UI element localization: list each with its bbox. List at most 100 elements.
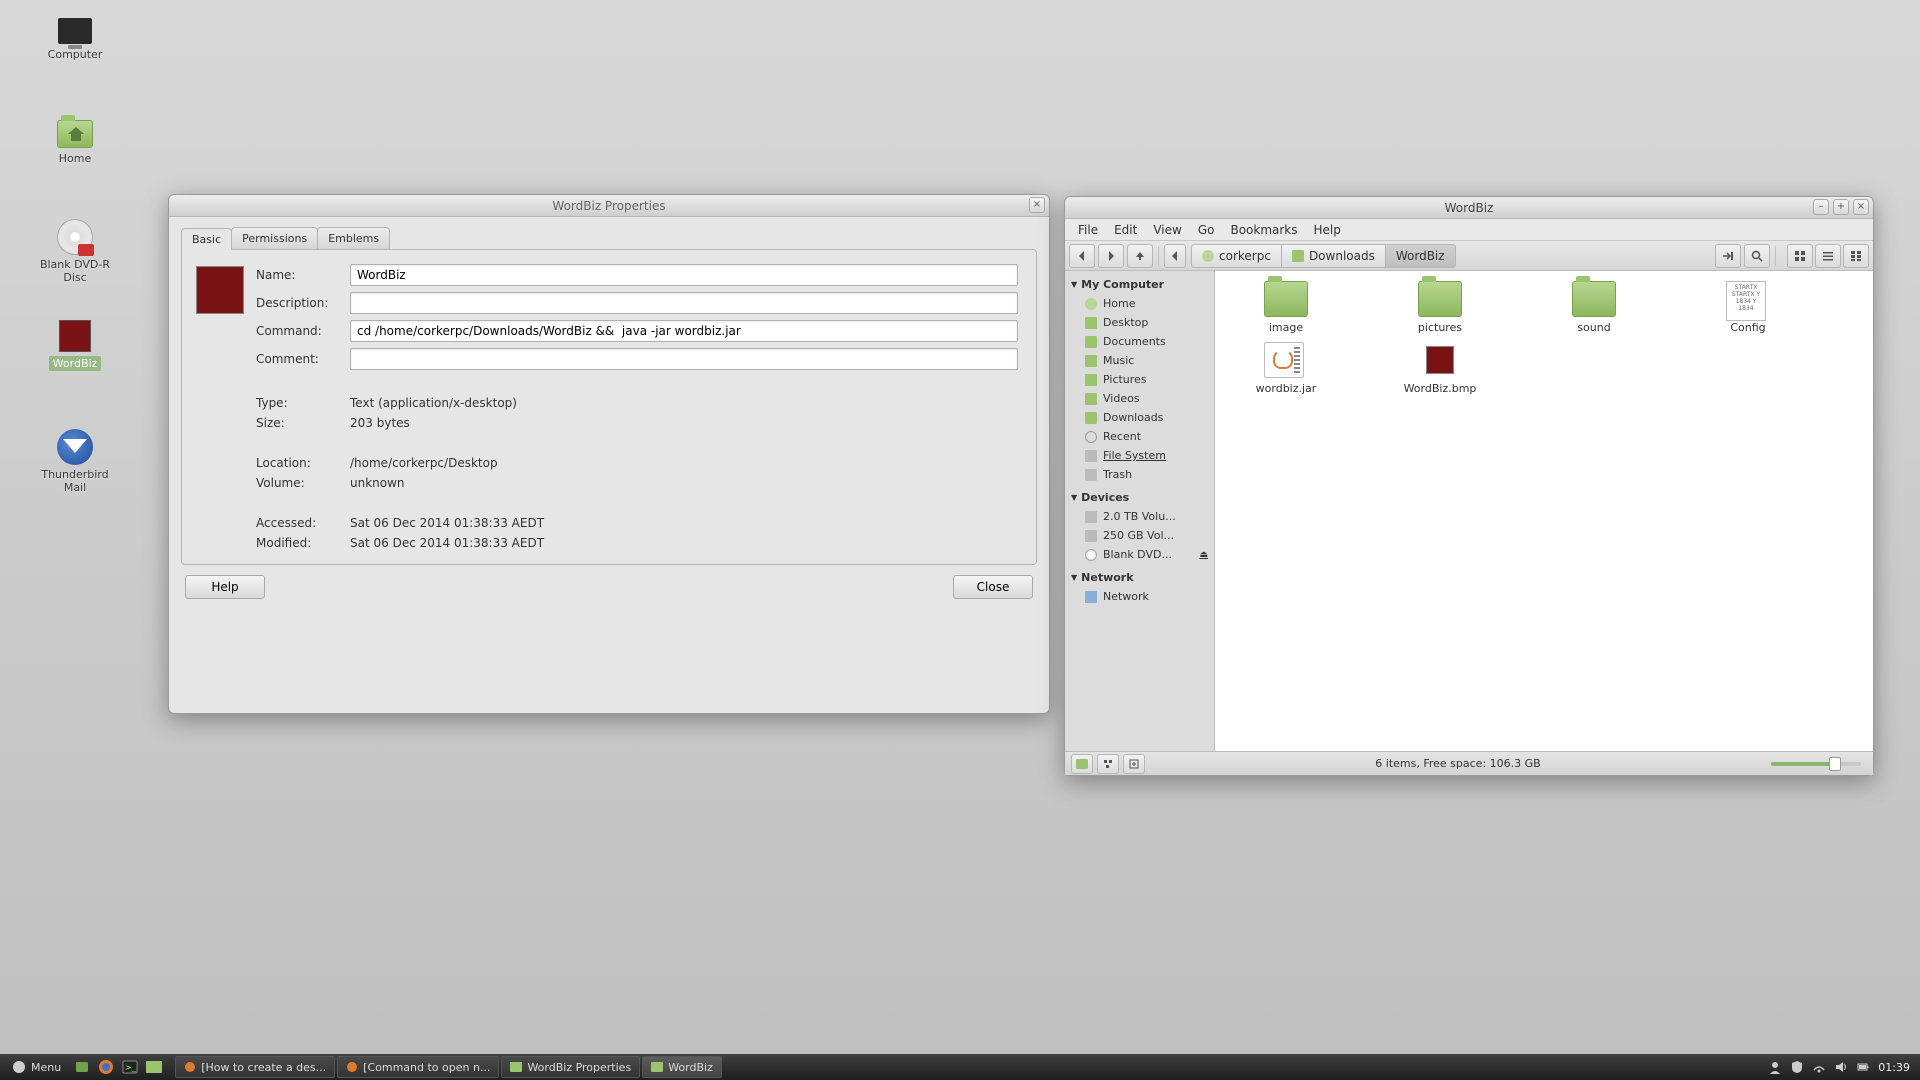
eject-icon[interactable]: ⏏ [1199,550,1208,560]
files-launcher[interactable] [143,1056,165,1078]
user-icon[interactable] [1768,1060,1782,1074]
sidebar-item-videos[interactable]: Videos [1065,389,1214,408]
terminal-launcher[interactable]: >_ [119,1056,141,1078]
description-label: Description: [256,296,350,310]
accessed-label: Accessed: [256,516,350,530]
file-item-wordbiz-bmp[interactable]: WordBiz.bmp [1375,342,1505,395]
view-icons-button[interactable] [1787,244,1813,268]
forward-button[interactable] [1098,244,1124,268]
close-button[interactable]: Close [953,575,1033,599]
folder-icon [1085,393,1097,405]
places-button[interactable] [1071,754,1093,774]
file-item-pictures[interactable]: pictures [1375,281,1505,334]
task-howto[interactable]: [How to create a des... [175,1056,335,1078]
command-label: Command: [256,324,350,338]
description-input[interactable] [350,292,1018,314]
titlebar[interactable]: WordBiz Properties × [169,195,1049,217]
breadcrumb-downloads[interactable]: Downloads [1282,244,1386,268]
file-pane[interactable]: image pictures sound STARTX STARTX Y 183… [1215,271,1873,751]
sidebar-item-label: Blank DVD... [1103,548,1172,561]
sidebar-item-music[interactable]: Music [1065,351,1214,370]
slider-thumb[interactable] [1829,757,1841,771]
tree-button[interactable] [1097,754,1119,774]
titlebar[interactable]: WordBiz – + × [1065,197,1873,219]
sidebar-section-devices[interactable]: ▼Devices [1065,488,1214,507]
desktop-icon-thunderbird[interactable]: Thunderbird Mail [30,430,120,494]
desktop-icon-wordbiz[interactable]: WordBiz [30,320,120,371]
file-item-wordbiz-jar[interactable]: wordbiz.jar [1221,342,1351,395]
command-input[interactable] [350,320,1018,342]
comment-input[interactable] [350,348,1018,370]
status-text: 6 items, Free space: 106.3 GB [1145,757,1771,770]
breadcrumb-home[interactable]: corkerpc [1191,244,1282,268]
search-button[interactable] [1744,244,1770,268]
drive-icon [1085,511,1097,523]
up-button[interactable] [1127,244,1153,268]
task-command[interactable]: [Command to open n... [337,1056,499,1078]
shield-icon[interactable] [1790,1060,1804,1074]
clock[interactable]: 01:39 [1878,1061,1910,1074]
sidebar-item-home[interactable]: Home [1065,294,1214,313]
help-button[interactable]: Help [185,575,265,599]
desktop-icon-blank-dvd[interactable]: Blank DVD-R Disc [30,220,120,284]
menu-bookmarks[interactable]: Bookmarks [1223,221,1304,239]
firefox-launcher[interactable] [95,1056,117,1078]
battery-icon[interactable] [1856,1060,1870,1074]
home-folder-icon [57,120,93,148]
sidebar-item-2tb[interactable]: 2.0 TB Volu... [1065,507,1214,526]
network-icon[interactable] [1812,1060,1826,1074]
name-input[interactable] [350,264,1018,286]
menu-view[interactable]: View [1146,221,1188,239]
back-button[interactable] [1069,244,1095,268]
tab-emblems[interactable]: Emblems [317,227,390,249]
sidebar: ▼My Computer Home Desktop Documents Musi… [1065,271,1215,751]
taskbar: Menu >_ [How to create a des... [Command… [0,1054,1920,1080]
sidebar-item-trash[interactable]: Trash [1065,465,1214,484]
sidebar-item-pictures[interactable]: Pictures [1065,370,1214,389]
sidebar-item-recent[interactable]: Recent [1065,427,1214,446]
desktop-icon-computer[interactable]: Computer [30,18,120,61]
file-item-config[interactable]: STARTX STARTX Y 1834 Y 1834 Config [1683,281,1813,334]
sidebar-item-blank-dvd[interactable]: Blank DVD... ⏏ [1065,545,1214,564]
menu-help[interactable]: Help [1307,221,1348,239]
statusbar: 6 items, Free space: 106.3 GB [1065,751,1873,775]
sidebar-item-documents[interactable]: Documents [1065,332,1214,351]
show-desktop-button[interactable] [71,1056,93,1078]
sidebar-item-filesystem[interactable]: File System [1065,446,1214,465]
close-button[interactable]: × [1853,199,1869,215]
menu-file[interactable]: File [1071,221,1105,239]
sidebar-item-desktop[interactable]: Desktop [1065,313,1214,332]
sidebar-item-network[interactable]: Network [1065,587,1214,606]
start-menu-button[interactable]: Menu [4,1056,69,1078]
folder-icon [146,1061,162,1073]
minimize-button[interactable]: – [1813,199,1829,215]
expand-button[interactable] [1123,754,1145,774]
maximize-button[interactable]: + [1833,199,1849,215]
sidebar-section-my-computer[interactable]: ▼My Computer [1065,275,1214,294]
menu-edit[interactable]: Edit [1107,221,1144,239]
file-item-image[interactable]: image [1221,281,1351,334]
toggle-location-button[interactable] [1715,244,1741,268]
breadcrumb: corkerpc Downloads WordBiz [1191,244,1712,268]
view-compact-button[interactable] [1843,244,1869,268]
task-properties[interactable]: WordBiz Properties [501,1056,640,1078]
tab-permissions[interactable]: Permissions [231,227,318,249]
desktop-icon-label: Blank DVD-R Disc [30,258,120,284]
sidebar-section-network[interactable]: ▼Network [1065,568,1214,587]
view-list-button[interactable] [1815,244,1841,268]
path-back-button[interactable] [1164,244,1186,268]
zoom-slider[interactable] [1771,762,1861,766]
sidebar-item-250gb[interactable]: 250 GB Vol... [1065,526,1214,545]
sidebar-item-downloads[interactable]: Downloads [1065,408,1214,427]
task-wordbiz[interactable]: WordBiz [642,1056,722,1078]
sidebar-section-label: Devices [1081,491,1129,504]
sidebar-section-label: Network [1081,571,1133,584]
tab-basic[interactable]: Basic [181,228,232,250]
close-button[interactable]: × [1029,197,1045,213]
desktop-icon-home[interactable]: Home [30,120,120,165]
launcher-icon-preview[interactable] [196,266,244,314]
breadcrumb-wordbiz[interactable]: WordBiz [1386,244,1456,268]
menu-go[interactable]: Go [1191,221,1222,239]
volume-icon[interactable] [1834,1060,1848,1074]
file-item-sound[interactable]: sound [1529,281,1659,334]
